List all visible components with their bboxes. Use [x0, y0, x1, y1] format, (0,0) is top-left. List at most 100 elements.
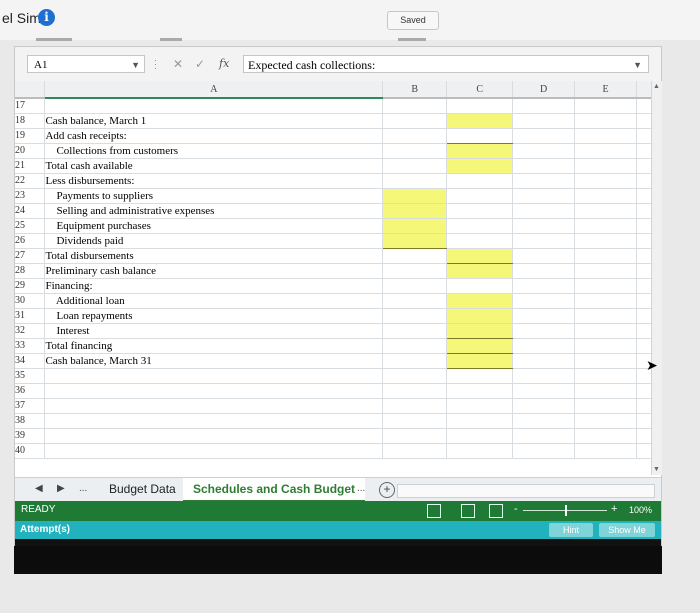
cell[interactable] [574, 383, 637, 399]
cell[interactable] [382, 173, 448, 189]
cell[interactable] [382, 443, 448, 459]
cell-label[interactable]: Total cash available [44, 158, 384, 174]
cell[interactable] [512, 443, 576, 459]
row-number[interactable]: 30 [15, 293, 46, 309]
cell[interactable] [382, 248, 448, 264]
cell[interactable] [574, 188, 637, 204]
input-cell[interactable] [382, 218, 448, 234]
name-box[interactable]: A1 ▼ [27, 55, 145, 73]
cell[interactable] [574, 428, 637, 444]
cell-label[interactable]: Financing: [44, 278, 384, 294]
cell[interactable] [512, 173, 576, 189]
input-cell[interactable] [446, 293, 514, 309]
cell[interactable] [574, 413, 637, 429]
cell[interactable] [382, 428, 448, 444]
add-sheet-icon[interactable]: + [379, 482, 395, 498]
cancel-icon[interactable]: ✕ [173, 57, 183, 71]
row-number[interactable]: 34 [15, 353, 46, 369]
input-cell[interactable] [446, 248, 514, 264]
row-number[interactable]: 28 [15, 263, 46, 279]
tab-budget-data[interactable]: Budget Data [99, 478, 186, 500]
cell[interactable] [446, 233, 514, 249]
input-cell[interactable] [446, 323, 514, 339]
input-cell[interactable] [446, 143, 514, 159]
column-header-a[interactable]: A [44, 81, 384, 99]
cell[interactable] [574, 158, 637, 174]
input-cell[interactable] [446, 158, 514, 174]
cell[interactable] [574, 143, 637, 159]
ribbon-tab-stub[interactable] [398, 38, 426, 41]
chevron-down-icon[interactable]: ▼ [633, 56, 642, 74]
cell[interactable] [382, 143, 448, 159]
cell[interactable] [512, 308, 576, 324]
cell[interactable] [446, 428, 514, 444]
normal-view-icon[interactable] [427, 504, 441, 518]
cell-label[interactable]: Add cash receipts: [44, 128, 384, 144]
zoom-out-button[interactable]: - [514, 503, 518, 515]
cell-grid[interactable]: A B C D E 17 18 Cash balance, March 1 19 Add cash… [15, 81, 661, 475]
input-cell[interactable] [446, 308, 514, 324]
row-number[interactable]: 29 [15, 278, 46, 294]
cell-label[interactable]: Interest [44, 323, 384, 339]
cell[interactable] [512, 128, 576, 144]
cell[interactable] [512, 113, 576, 129]
cell[interactable] [446, 188, 514, 204]
row-number[interactable]: 36 [15, 383, 46, 399]
cell[interactable] [512, 383, 576, 399]
cell[interactable] [574, 203, 637, 219]
cell[interactable] [512, 143, 576, 159]
row-number[interactable]: 33 [15, 338, 46, 354]
row-number[interactable]: 39 [15, 428, 46, 444]
cell[interactable] [382, 323, 448, 339]
row-number[interactable]: 38 [15, 413, 46, 429]
cell[interactable] [446, 98, 514, 114]
cell-label[interactable] [44, 428, 384, 444]
cell[interactable] [446, 383, 514, 399]
column-header-e[interactable]: E [574, 81, 637, 99]
cell[interactable] [512, 323, 576, 339]
page-break-icon[interactable] [489, 504, 503, 518]
cell[interactable] [382, 308, 448, 324]
column-header-b[interactable]: B [382, 81, 448, 99]
row-number[interactable]: 20 [15, 143, 46, 159]
row-number[interactable]: 18 [15, 113, 46, 129]
cell[interactable] [512, 233, 576, 249]
cell[interactable] [512, 158, 576, 174]
cell[interactable] [574, 263, 637, 279]
cell[interactable] [574, 443, 637, 459]
cell-label[interactable]: Cash balance, March 1 [44, 113, 384, 129]
cell[interactable] [382, 398, 448, 414]
row-number[interactable]: 40 [15, 443, 46, 459]
cell[interactable] [446, 128, 514, 144]
cell[interactable] [512, 188, 576, 204]
more-sheets-button[interactable]: ... [357, 483, 365, 494]
prev-sheet-icon[interactable]: ◀ [35, 483, 43, 494]
cell[interactable] [446, 203, 514, 219]
input-cell[interactable] [382, 233, 448, 249]
cell[interactable] [512, 293, 576, 309]
cell-label[interactable] [44, 368, 384, 384]
vertical-scrollbar[interactable]: ▲ ▼ [651, 81, 662, 475]
input-cell[interactable] [446, 113, 514, 129]
cell[interactable] [574, 98, 637, 114]
cell[interactable] [382, 128, 448, 144]
cell[interactable] [382, 293, 448, 309]
cell[interactable] [446, 398, 514, 414]
cell[interactable] [512, 398, 576, 414]
cell[interactable] [446, 368, 514, 384]
cell[interactable] [512, 203, 576, 219]
row-number[interactable]: 31 [15, 308, 46, 324]
cell[interactable] [574, 293, 637, 309]
cell-label[interactable]: Equipment purchases [44, 218, 384, 234]
cell[interactable] [382, 113, 448, 129]
cell-label[interactable]: Cash balance, March 31 [44, 353, 384, 369]
cell[interactable] [382, 413, 448, 429]
input-cell[interactable] [446, 338, 514, 354]
input-cell[interactable] [382, 188, 448, 204]
row-number[interactable]: 32 [15, 323, 46, 339]
row-number[interactable]: 21 [15, 158, 46, 174]
row-number[interactable]: 37 [15, 398, 46, 414]
ribbon-tab-stub[interactable] [160, 38, 182, 41]
cell[interactable] [382, 338, 448, 354]
cell-label[interactable] [44, 383, 384, 399]
